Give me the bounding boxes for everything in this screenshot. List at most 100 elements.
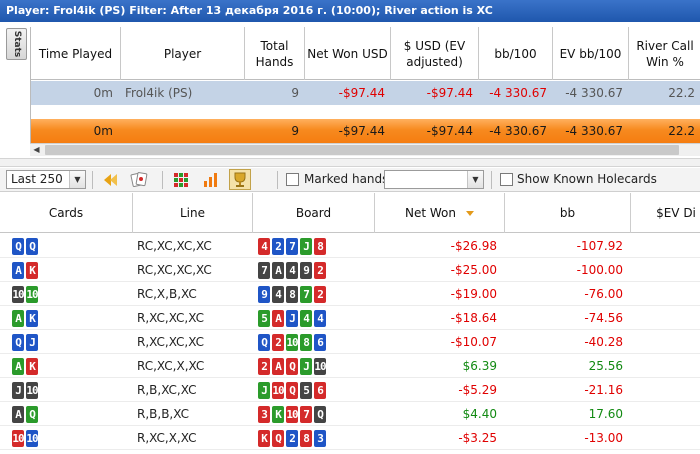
playing-card: 10 xyxy=(26,286,38,303)
scroll-thumb[interactable] xyxy=(45,145,679,155)
hands-toolbar: Last 250 ▼ Marked hands ▼ Show Known Hol… xyxy=(0,168,700,192)
stats-hands: 9 xyxy=(291,86,299,100)
playing-card: 4 xyxy=(258,238,270,255)
toolbar-separator xyxy=(92,171,93,189)
replay-hands-button[interactable] xyxy=(100,169,122,190)
action-line: RC,XC,X,XC xyxy=(137,359,205,373)
playing-card: K xyxy=(258,430,270,447)
bar-chart-icon xyxy=(204,173,217,187)
stats-col-usd-ev[interactable]: $ USD (EV adjusted) xyxy=(391,27,479,80)
playing-card: J xyxy=(26,334,38,351)
playing-cards-icon xyxy=(130,172,148,188)
playing-card: 10 xyxy=(26,430,38,447)
show-holecards-checkbox[interactable] xyxy=(500,173,513,186)
playing-card: 4 xyxy=(314,310,326,327)
table-row[interactable]: 10 10 R,XC,X,XC K Q 2 8 3 -$3.25 -13.00 xyxy=(0,426,700,450)
table-row[interactable]: A K RC,XC,X,XC 2 A Q J 10 $6.39 25.56 xyxy=(0,354,700,378)
panel-splitter[interactable] xyxy=(0,158,700,167)
action-line: RC,XC,XC,XC xyxy=(137,263,212,277)
playing-card: 2 xyxy=(314,262,326,279)
action-line: R,B,XC,XC xyxy=(137,383,197,397)
action-line: R,XC,XC,XC xyxy=(137,311,204,325)
stats-col-total-hands[interactable]: Total Hands xyxy=(245,27,305,80)
playing-card: 7 xyxy=(258,262,270,279)
playing-card: J xyxy=(300,238,312,255)
action-line: RC,XC,XC,XC xyxy=(137,239,212,253)
board-cards: 7A492 xyxy=(258,262,326,279)
table-row[interactable]: 10 10 RC,X,B,XC 9 4 8 7 2 -$19.00 -76.00 xyxy=(0,282,700,306)
playing-card: 10 xyxy=(272,382,284,399)
table-row[interactable]: A K R,XC,XC,XC 5 A J 4 4 -$18.64 -74.56 xyxy=(0,306,700,330)
marked-hands-select[interactable]: ▼ xyxy=(384,170,484,189)
hole-cards: J 10 xyxy=(12,382,38,399)
summary-ev-bb100: -4 330.67 xyxy=(565,124,623,138)
net-won-value: -$25.00 xyxy=(450,263,497,277)
stats-col-net-won-usd[interactable]: Net Won USD xyxy=(305,27,391,80)
sort-desc-icon xyxy=(466,211,474,216)
table-row[interactable]: A Q R,B,B,XC 3 K 10 7 Q $4.40 17.60 xyxy=(0,402,700,426)
range-grid-button[interactable] xyxy=(170,169,192,190)
scroll-left-icon[interactable]: ◀ xyxy=(30,144,43,156)
hole-cards: QQ xyxy=(12,238,38,255)
graph-button[interactable] xyxy=(200,169,222,190)
hole-cards: AQ xyxy=(12,406,38,423)
chevron-down-icon[interactable]: ▼ xyxy=(467,171,483,188)
table-row[interactable]: Q Q RC,XC,XC,XC 4 2 7 J 8 -$26.98 -107.92 xyxy=(0,234,700,258)
stats-side-tab[interactable]: Stats xyxy=(6,28,27,60)
playing-card: Q xyxy=(272,430,284,447)
net-won-value: -$5.29 xyxy=(458,383,497,397)
hands-col-cards[interactable]: Cards xyxy=(0,193,133,233)
stats-col-time-played[interactable]: Time Played xyxy=(31,27,121,80)
range-select[interactable]: Last 250 ▼ xyxy=(6,170,86,189)
stats-col-river-call[interactable]: River Call Win % xyxy=(629,27,700,80)
table-row[interactable]: A K RC,XC,XC,XC 7 A 4 9 2 -$25.00 -100.00 xyxy=(0,258,700,282)
net-won-header-label: Net Won xyxy=(405,206,456,220)
trophy-button[interactable] xyxy=(229,169,251,190)
playing-card: 6 xyxy=(314,382,326,399)
hands-col-ev-diff[interactable]: $EV Di xyxy=(631,193,700,233)
board-cards: Q 2 10 8 6 xyxy=(258,334,326,351)
net-won-value: $6.39 xyxy=(462,359,497,373)
stats-col-player[interactable]: Player xyxy=(121,27,245,80)
hand-replayer-button[interactable] xyxy=(128,169,150,190)
stats-col-ev-bb100[interactable]: EV bb/100 xyxy=(553,27,629,80)
playing-card: 2 xyxy=(272,238,284,255)
hands-col-net-won[interactable]: Net Won xyxy=(375,193,505,233)
net-won-value: -$26.98 xyxy=(450,239,497,253)
stats-horizontal-scrollbar[interactable]: ◀ xyxy=(30,143,700,156)
hands-col-board[interactable]: Board xyxy=(253,193,375,233)
stats-col-bb100[interactable]: bb/100 xyxy=(479,27,553,80)
playing-card: J xyxy=(12,382,24,399)
playing-card: 6 xyxy=(314,334,326,351)
playing-card: J xyxy=(286,310,298,327)
bb-value: -40.28 xyxy=(584,335,623,349)
playing-card: 9 xyxy=(258,286,270,303)
playing-card: A xyxy=(272,262,284,279)
stats-row-summary[interactable]: 0m 9 -$97.44 -$97.44 -4 330.67 -4 330.67… xyxy=(31,119,700,143)
stats-row-player[interactable]: 0m Frol4ik (PS) 9 -$97.44 -$97.44 -4 330… xyxy=(31,81,700,105)
playing-card: 8 xyxy=(286,286,298,303)
chevron-down-icon[interactable]: ▼ xyxy=(69,171,85,188)
stats-usd-ev: -$97.44 xyxy=(426,86,473,100)
bb-value: -21.16 xyxy=(584,383,623,397)
stats-ev-bb100: -4 330.67 xyxy=(565,86,623,100)
stats-time: 0m xyxy=(93,86,113,100)
hole-cards: QJ xyxy=(12,334,38,351)
net-won-value: -$18.64 xyxy=(450,311,497,325)
playing-card: Q xyxy=(314,406,326,423)
table-row[interactable]: J 10 R,B,XC,XC J 10 Q 5 6 -$5.29 -21.16 xyxy=(0,378,700,402)
board-cards: 5AJ44 xyxy=(258,310,326,327)
hands-col-line[interactable]: Line xyxy=(133,193,253,233)
marked-hands-checkbox[interactable] xyxy=(286,173,299,186)
summary-net-won: -$97.44 xyxy=(338,124,385,138)
playing-card: A xyxy=(12,358,24,375)
playing-card: Q xyxy=(258,334,270,351)
bb-value: -76.00 xyxy=(584,287,623,301)
playing-card: A xyxy=(12,262,24,279)
hole-cards: 10 10 xyxy=(12,430,38,447)
table-row[interactable]: Q J R,XC,XC,XC Q 2 10 8 6 -$10.07 -40.28 xyxy=(0,330,700,354)
board-cards: 94872 xyxy=(258,286,326,303)
playing-card: 10 xyxy=(12,430,24,447)
playing-card: Q xyxy=(26,406,38,423)
hands-col-bb[interactable]: bb xyxy=(505,193,631,233)
